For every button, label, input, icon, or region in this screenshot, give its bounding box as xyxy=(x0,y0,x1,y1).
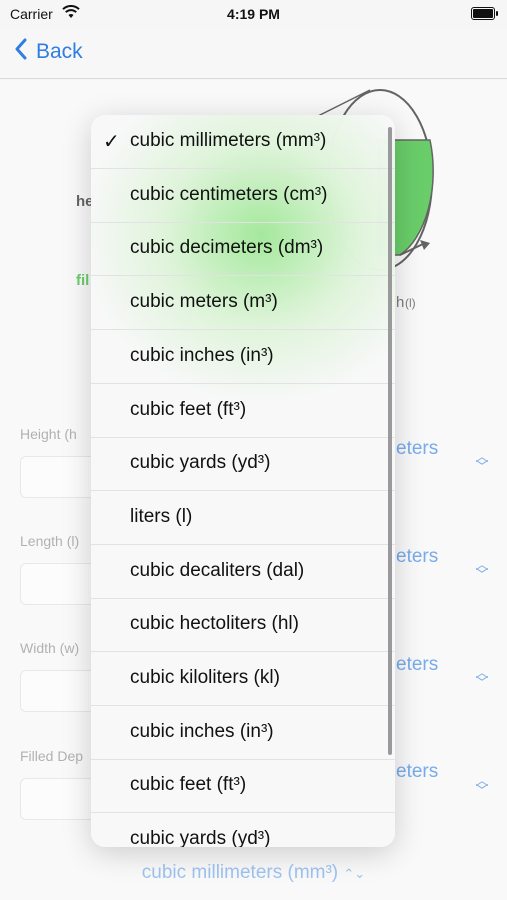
menu-item[interactable]: ✓ cubic millimeters (mm³) xyxy=(91,115,395,169)
chevron-left-icon xyxy=(14,38,28,66)
menu-item[interactable]: cubic yards (yd³) xyxy=(91,813,395,847)
menu-item[interactable]: cubic yards (yd³) xyxy=(91,437,395,492)
menu-item-label: liters (l) xyxy=(130,505,193,527)
menu-item-label: cubic inches (in³) xyxy=(130,344,274,366)
menu-item-label: cubic decimeters (dm³) xyxy=(130,237,324,259)
menu-scrollbar[interactable] xyxy=(388,127,392,755)
menu-item[interactable]: liters (l) xyxy=(91,491,395,545)
menu-item-label: cubic yards (yd³) xyxy=(130,828,271,847)
menu-item-label: cubic feet (ft³) xyxy=(130,398,247,420)
menu-item-label: cubic hectoliters (hl) xyxy=(130,613,299,635)
menu-item-label: cubic decaliters (dal) xyxy=(130,559,305,581)
menu-item-label: cubic centimeters (cm³) xyxy=(130,183,328,205)
menu-item[interactable]: cubic inches (in³) xyxy=(91,706,395,760)
menu-item[interactable]: cubic decaliters (dal) xyxy=(91,545,395,599)
status-bar: Carrier 4:19 PM xyxy=(0,0,507,30)
menu-item[interactable]: cubic feet (ft³) xyxy=(91,384,395,438)
menu-item[interactable]: cubic meters (m³) xyxy=(91,276,395,331)
menu-item[interactable]: cubic centimeters (cm³) xyxy=(91,169,395,223)
menu-item-label: cubic inches (in³) xyxy=(130,720,274,742)
back-label: Back xyxy=(36,40,83,63)
battery-icon xyxy=(471,7,498,20)
menu-item[interactable]: cubic kiloliters (kl) xyxy=(91,652,395,706)
menu-item-label: cubic meters (m³) xyxy=(130,291,278,313)
menu-item-label: cubic millimeters (mm³) xyxy=(130,130,327,151)
menu-item[interactable]: cubic decimeters (dm³) xyxy=(91,222,395,277)
menu-item[interactable]: cubic hectoliters (hl) xyxy=(91,598,395,653)
menu-item-label: cubic kiloliters (kl) xyxy=(130,667,280,688)
checkmark-icon: ✓ xyxy=(103,131,120,153)
menu-item[interactable]: cubic inches (in³) xyxy=(91,330,395,384)
unit-picker-menu: ✓ cubic millimeters (mm³) cubic centimeter… xyxy=(91,115,395,847)
clock: 4:19 PM xyxy=(227,6,280,22)
menu-item-label: cubic yards (yd³) xyxy=(130,452,271,474)
back-button[interactable]: Back xyxy=(14,38,83,66)
menu-item-label: cubic feet (ft³) xyxy=(130,774,247,796)
menu-item[interactable]: cubic feet (ft³) xyxy=(91,759,395,814)
navigation-bar: Back xyxy=(0,30,507,79)
